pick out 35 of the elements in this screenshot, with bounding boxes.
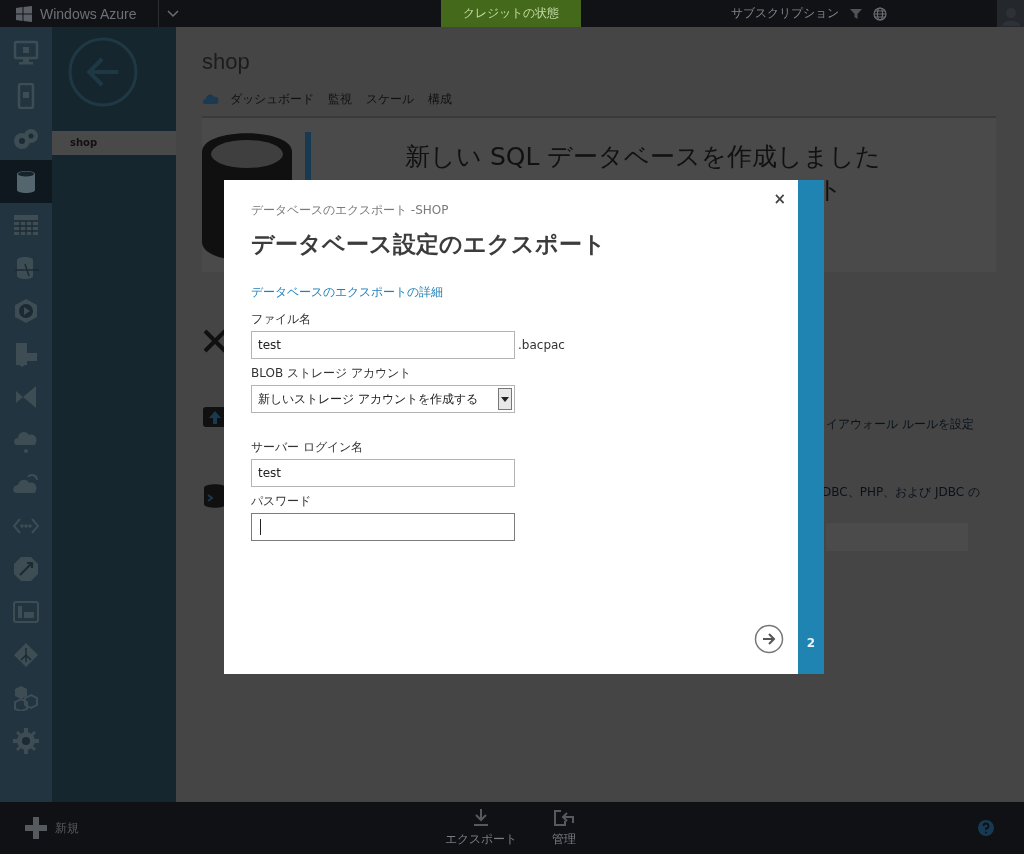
input-field[interactable]: test [251, 331, 515, 359]
export-button[interactable]: エクスポート [445, 808, 517, 848]
caret-icon [501, 396, 509, 402]
windows-logo-icon [16, 5, 32, 22]
caret-icon [167, 9, 180, 18]
field-label: BLOB ストレージ アカウント [251, 365, 412, 382]
help-icon[interactable] [978, 820, 994, 836]
dialog-title: データベース設定のエクスポート [251, 230, 607, 259]
password-field[interactable] [251, 513, 515, 541]
subscription-link[interactable]: サブスクリプション [731, 5, 839, 22]
banner-headline: 新しい SQL データベースを作成しました [405, 141, 882, 173]
new-button[interactable]: 新規 [25, 817, 445, 839]
cloud-icon[interactable] [202, 93, 220, 105]
close-button[interactable]: × [773, 190, 786, 208]
credit-status-button[interactable]: クレジットの状態 [441, 0, 581, 27]
details-link[interactable]: データベースのエクスポートの詳細 [251, 284, 443, 301]
brand-name: Windows Azure [40, 5, 137, 22]
banner-text: ト [817, 174, 844, 206]
avatar[interactable] [997, 0, 1024, 27]
dialog-subtitle: データベースのエクスポート -SHOP [251, 202, 450, 219]
next-button[interactable] [754, 624, 784, 654]
manage-button[interactable]: 管理 [539, 808, 589, 848]
field-label: パスワード [251, 493, 312, 510]
step-number: 2 [806, 636, 816, 650]
download-icon [471, 808, 491, 828]
undo-icon [552, 808, 576, 828]
field-label: ファイル名 [251, 311, 312, 328]
file-extension: .bacpac [518, 338, 565, 352]
storage-account-dropdown[interactable]: 新しいストレージ アカウントを作成する [251, 385, 515, 413]
filter-icon[interactable] [849, 6, 863, 21]
globe-icon[interactable] [873, 6, 887, 21]
plus-icon [25, 817, 47, 839]
field-label: サーバー ログイン名 [251, 439, 364, 456]
input-field[interactable]: test [251, 459, 515, 487]
database-icon[interactable] [0, 160, 52, 203]
